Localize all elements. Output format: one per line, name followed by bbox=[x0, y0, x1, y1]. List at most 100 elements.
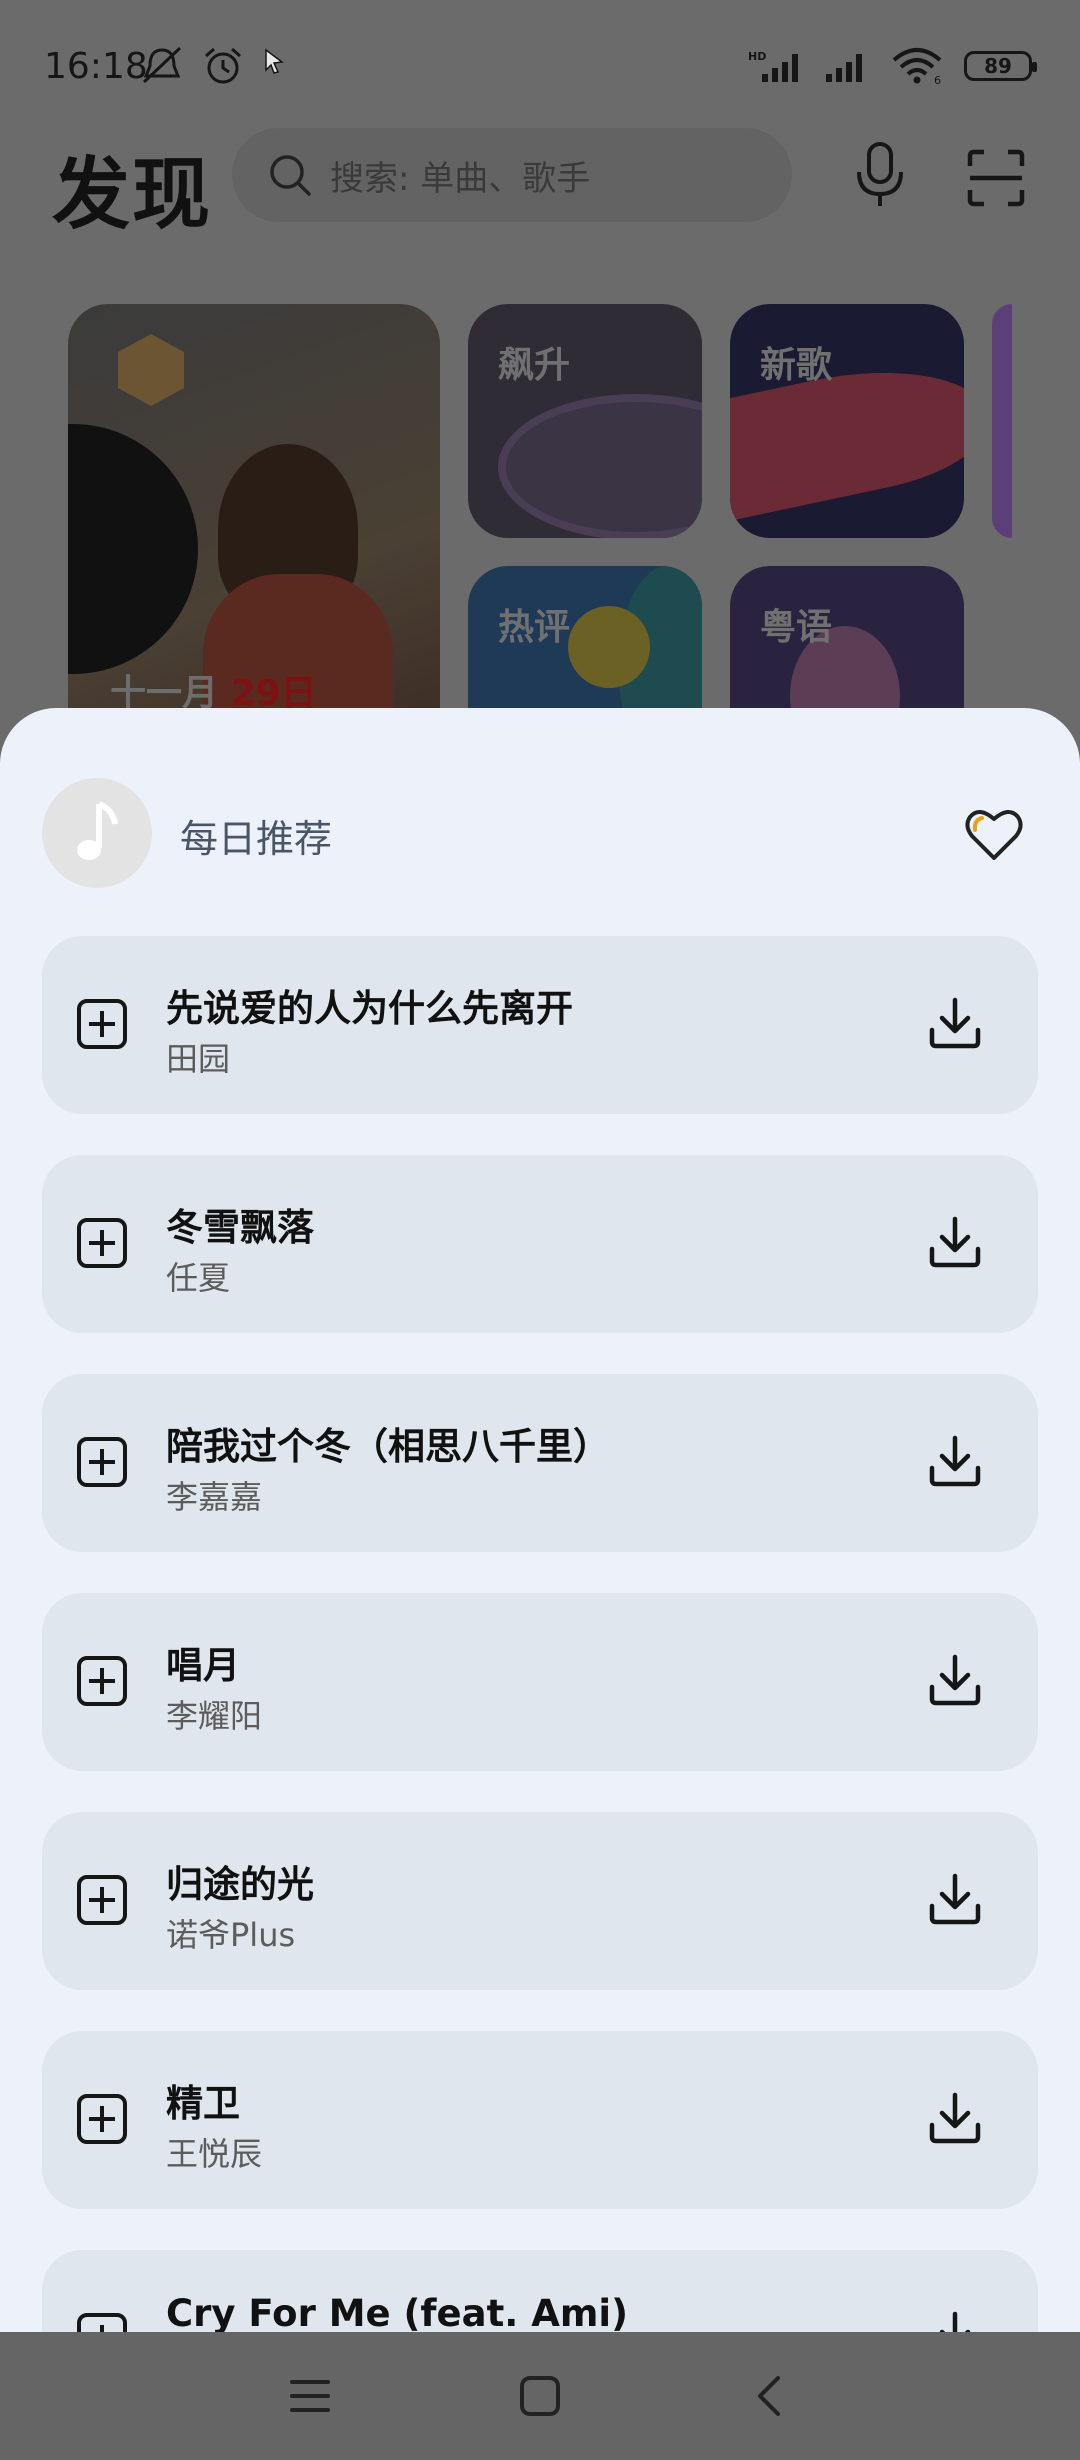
download-icon bbox=[929, 997, 981, 1049]
add-to-list-icon bbox=[77, 1656, 127, 1706]
song-artist: 李嘉嘉 bbox=[166, 1478, 263, 1516]
song-title: Cry For Me (feat. Ami) bbox=[166, 2292, 628, 2332]
song-artist: 诺爷Plus bbox=[166, 1916, 296, 1954]
card-label: 飙升 bbox=[498, 345, 571, 386]
scan-icon bbox=[967, 149, 1025, 207]
album-thumbnail bbox=[42, 778, 152, 888]
song-title: 精卫 bbox=[166, 2082, 240, 2125]
header: 发现 搜索: 单曲、歌手 bbox=[0, 128, 1080, 240]
battery-icon: 89 bbox=[964, 51, 1037, 81]
card-label: 热评 bbox=[498, 607, 571, 648]
song-row[interactable]: 冬雪飘落 任夏 bbox=[42, 1155, 1038, 1333]
download-button[interactable] bbox=[926, 1432, 984, 1490]
more-card[interactable] bbox=[992, 304, 1012, 538]
add-to-list-button[interactable] bbox=[74, 1215, 130, 1271]
back-button[interactable] bbox=[740, 2366, 800, 2426]
favorite-button[interactable] bbox=[964, 806, 1024, 862]
add-to-list-icon bbox=[77, 999, 127, 1049]
download-icon bbox=[929, 1216, 981, 1268]
daily-recommend-sheet: 每日推荐 先说爱的人为什么先离开 田园 冬雪飘落 任夏 陪我过个冬（相思八千里）… bbox=[0, 708, 1080, 2332]
card-date-month: 十一月 bbox=[110, 673, 219, 708]
status-right: HD 6 89 bbox=[748, 46, 1037, 86]
home-icon bbox=[520, 2376, 560, 2416]
new-songs-card[interactable]: 新歌 bbox=[730, 304, 964, 538]
add-to-list-button[interactable] bbox=[74, 2091, 130, 2147]
sheet-title: 每日推荐 bbox=[180, 817, 333, 861]
cantonese-card[interactable]: 粤语 bbox=[730, 566, 964, 708]
navigation-bar bbox=[0, 2332, 1080, 2460]
download-icon bbox=[929, 2092, 981, 2144]
song-row[interactable]: 唱月 李耀阳 bbox=[42, 1593, 1038, 1771]
download-button[interactable] bbox=[926, 1870, 984, 1928]
mute-icon bbox=[142, 46, 182, 84]
diamond-icon bbox=[118, 334, 184, 406]
song-row[interactable]: 归途的光 诺爷Plus bbox=[42, 1812, 1038, 1990]
cover-art bbox=[568, 606, 650, 688]
battery-level: 89 bbox=[984, 54, 1012, 78]
daily-recommend-card[interactable]: 十一月 29日 bbox=[68, 304, 440, 708]
song-title: 先说爱的人为什么先离开 bbox=[166, 987, 573, 1030]
card-label: 新歌 bbox=[760, 345, 833, 386]
wifi-icon: 6 bbox=[892, 48, 942, 86]
microphone-icon bbox=[857, 142, 903, 206]
menu-icon bbox=[290, 2380, 330, 2412]
wifi-badge: 6 bbox=[934, 74, 941, 86]
scan-button[interactable] bbox=[966, 148, 1026, 208]
song-row[interactable]: Cry For Me (feat. Ami) bbox=[42, 2250, 1038, 2332]
turntable-image bbox=[498, 394, 702, 538]
music-note-icon bbox=[77, 801, 118, 860]
add-to-list-button[interactable] bbox=[74, 1872, 130, 1928]
add-to-list-icon bbox=[77, 1875, 127, 1925]
download-icon bbox=[929, 1435, 981, 1487]
song-artist: 任夏 bbox=[166, 1259, 231, 1297]
home-button[interactable] bbox=[510, 2366, 570, 2426]
add-to-list-button[interactable] bbox=[74, 1653, 130, 1709]
song-artist: 王悦辰 bbox=[166, 2135, 263, 2173]
alarm-icon bbox=[205, 47, 241, 84]
network-badge: HD bbox=[748, 50, 766, 63]
card-date: 十一月 29日 bbox=[110, 664, 317, 708]
song-row[interactable]: 精卫 王悦辰 bbox=[42, 2031, 1038, 2209]
download-button[interactable] bbox=[926, 2308, 984, 2332]
discover-cards: 十一月 29日 飙升 新歌 热评 粤语 bbox=[0, 304, 1080, 708]
voice-search-button[interactable] bbox=[850, 140, 910, 210]
search-icon bbox=[270, 155, 311, 196]
add-to-list-button[interactable] bbox=[74, 996, 130, 1052]
download-button[interactable] bbox=[926, 1651, 984, 1709]
vinyl-image bbox=[68, 424, 198, 674]
add-to-list-button[interactable] bbox=[74, 1434, 130, 1490]
status-bar: 16:18 HD 6 89 bbox=[0, 0, 1080, 130]
cursor-icon bbox=[265, 48, 284, 74]
download-icon bbox=[929, 1654, 981, 1706]
hot-comments-card[interactable]: 热评 bbox=[468, 566, 702, 708]
download-button[interactable] bbox=[926, 1213, 984, 1271]
menu-button[interactable] bbox=[280, 2366, 340, 2426]
add-to-list-icon bbox=[77, 2313, 127, 2332]
download-icon bbox=[939, 2311, 971, 2332]
song-title: 归途的光 bbox=[166, 1863, 314, 1906]
song-artist: 田园 bbox=[166, 1040, 231, 1078]
soar-chart-card[interactable]: 飙升 bbox=[468, 304, 702, 538]
download-button[interactable] bbox=[926, 2089, 984, 2147]
add-to-list-icon bbox=[77, 1437, 127, 1487]
download-icon bbox=[929, 1873, 981, 1925]
page-title: 发现 bbox=[52, 150, 213, 240]
download-button[interactable] bbox=[926, 994, 984, 1052]
search-placeholder: 搜索: 单曲、歌手 bbox=[330, 158, 591, 199]
card-label: 粤语 bbox=[760, 607, 833, 648]
song-row[interactable]: 先说爱的人为什么先离开 田园 bbox=[42, 936, 1038, 1114]
song-title: 冬雪飘落 bbox=[166, 1206, 314, 1249]
status-time: 16:18 bbox=[44, 46, 148, 87]
signal-icon: HD bbox=[748, 50, 798, 82]
add-to-list-icon bbox=[77, 2094, 127, 2144]
status-left-icons bbox=[140, 46, 288, 86]
add-to-list-button[interactable] bbox=[74, 2310, 130, 2332]
back-icon bbox=[758, 2376, 780, 2416]
heart-icon bbox=[965, 810, 1023, 860]
song-title: 唱月 bbox=[166, 1644, 240, 1687]
search-input[interactable]: 搜索: 单曲、歌手 bbox=[232, 128, 792, 222]
song-artist: 李耀阳 bbox=[166, 1697, 263, 1735]
song-row[interactable]: 陪我过个冬（相思八千里） 李嘉嘉 bbox=[42, 1374, 1038, 1552]
signal-icon bbox=[826, 54, 862, 82]
song-title: 陪我过个冬（相思八千里） bbox=[166, 1425, 610, 1468]
